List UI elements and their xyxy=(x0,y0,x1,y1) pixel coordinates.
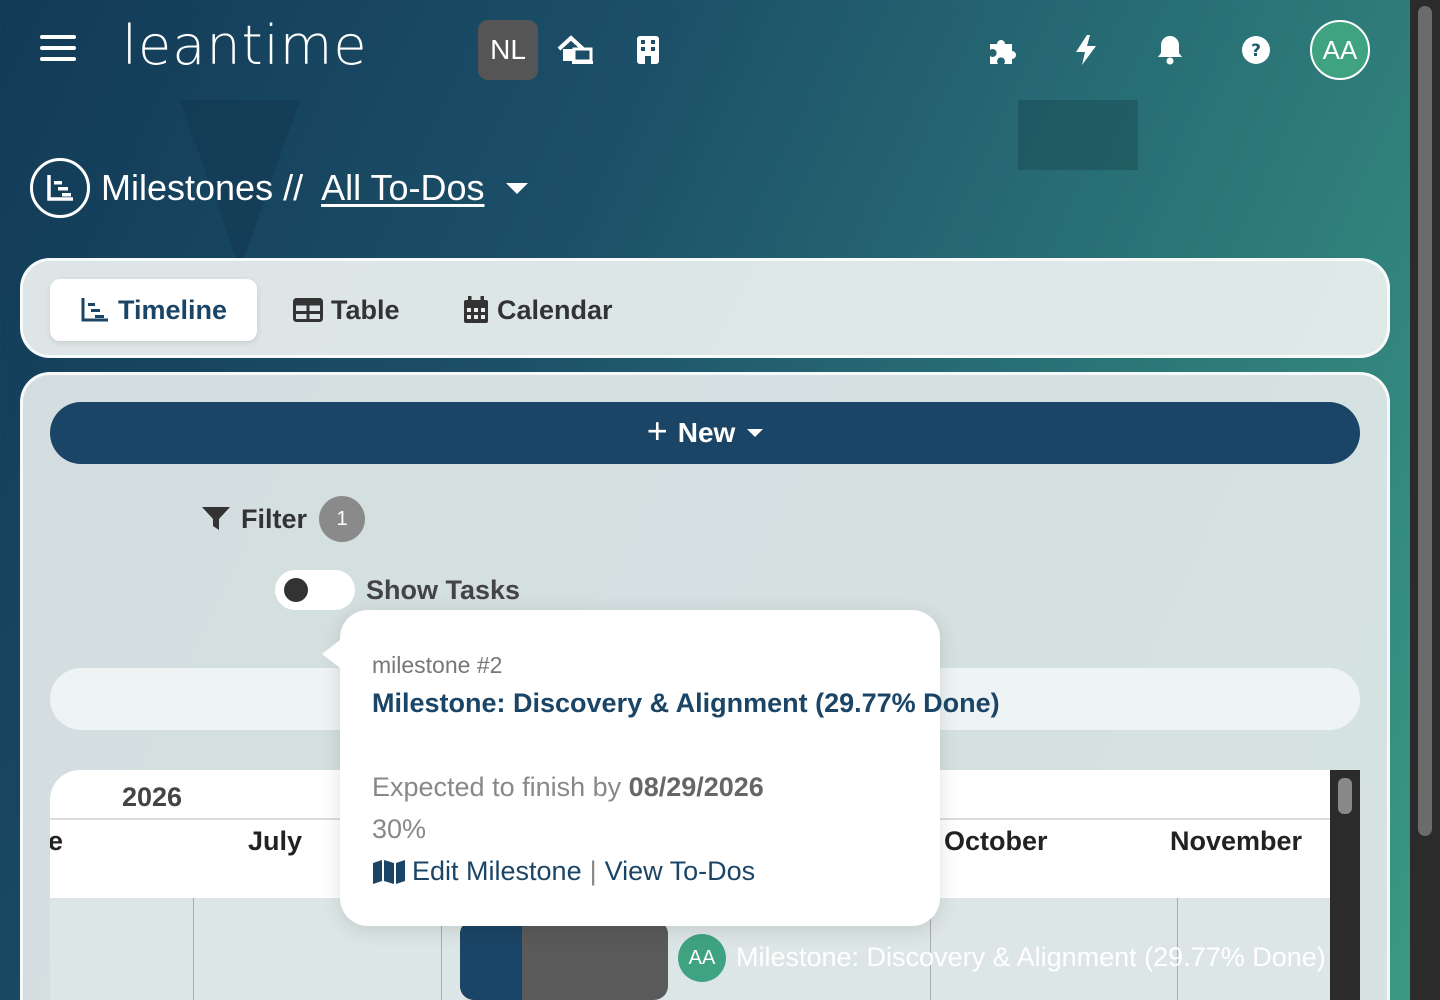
chevron-down-icon[interactable] xyxy=(506,182,529,194)
milestone-progress-fill xyxy=(460,920,522,1000)
home-monitor-icon[interactable] xyxy=(557,32,593,68)
new-button[interactable]: + New xyxy=(50,402,1360,464)
milestone-bar[interactable] xyxy=(460,920,668,1000)
tab-label: Timeline xyxy=(118,294,228,325)
gantt-month: e xyxy=(50,826,63,857)
finish-prefix: Expected to finish by xyxy=(372,772,622,802)
leantime-logo[interactable]: leantime xyxy=(122,14,368,77)
milestone-id: milestone #2 xyxy=(372,652,503,678)
milestone-percent: 30% xyxy=(372,814,427,844)
gantt-month: November xyxy=(1170,826,1303,856)
building-icon[interactable] xyxy=(630,32,666,68)
table-icon xyxy=(293,298,323,322)
new-button-label: New xyxy=(677,417,736,448)
edit-milestone-link[interactable]: Edit Milestone xyxy=(412,856,582,887)
show-tasks-toggle[interactable] xyxy=(275,570,355,610)
gantt-gridline xyxy=(193,898,194,1000)
bolt-icon[interactable] xyxy=(1068,32,1104,68)
link-separator: | xyxy=(589,856,597,886)
timeline-icon xyxy=(81,298,108,322)
milestone-finish-date: Expected to finish by 08/29/2026 xyxy=(372,772,764,803)
filter-label: Filter xyxy=(241,503,308,534)
workspace-badge[interactable]: NL xyxy=(478,20,538,80)
background-shape xyxy=(1018,100,1138,170)
project-selector-link[interactable]: All To-Dos xyxy=(321,167,484,209)
toggle-knob xyxy=(284,578,308,602)
tab-table[interactable]: Table xyxy=(263,279,430,341)
page-title: Milestones // All To-Dos xyxy=(30,158,529,218)
menu-icon[interactable] xyxy=(40,35,76,65)
help-icon[interactable]: ? xyxy=(1238,32,1274,68)
tab-label: Calendar xyxy=(497,294,613,325)
puzzle-icon[interactable] xyxy=(984,32,1020,68)
filter-count-badge: 1 xyxy=(319,496,366,542)
popover-arrow xyxy=(322,640,340,668)
milestone-popover: milestone #2 Milestone: Discovery & Alig… xyxy=(322,610,1000,926)
svg-text:?: ? xyxy=(1251,41,1261,61)
plus-icon: + xyxy=(646,410,668,451)
filter-button[interactable]: Filter 1 xyxy=(201,495,366,543)
tab-calendar[interactable]: Calendar xyxy=(433,279,643,341)
map-icon xyxy=(373,859,405,884)
gantt-year: 2026 xyxy=(122,782,183,812)
bell-icon[interactable] xyxy=(1152,32,1188,68)
tab-label: Table xyxy=(331,294,400,325)
timeline-icon xyxy=(30,158,90,218)
user-avatar[interactable]: AA xyxy=(1310,20,1370,80)
top-header: leantime NL ? AA xyxy=(0,0,1410,100)
scrollbar-thumb[interactable] xyxy=(1418,6,1432,836)
gantt-month: October xyxy=(944,826,1048,856)
milestone-bar-label: Milestone: Discovery & Alignment (29.77%… xyxy=(736,942,1326,972)
chevron-down-icon xyxy=(747,429,764,437)
view-todos-link[interactable]: View To-Dos xyxy=(605,856,756,887)
calendar-icon xyxy=(464,296,488,323)
popover-links: Edit Milestone | View To-Dos xyxy=(372,856,755,887)
page-title-prefix: Milestones // xyxy=(101,167,304,208)
page-scrollbar[interactable] xyxy=(1410,0,1440,1000)
scrollbar-thumb[interactable] xyxy=(1338,778,1352,814)
show-tasks-row: Show Tasks xyxy=(275,570,520,610)
gantt-scrollbar[interactable] xyxy=(1330,770,1360,1000)
milestone-title: Milestone: Discovery & Alignment (29.77%… xyxy=(372,688,1000,718)
milestone-assignee-avatar: AA xyxy=(678,934,726,982)
tab-timeline[interactable]: Timeline xyxy=(50,279,258,341)
finish-date: 08/29/2026 xyxy=(628,772,764,802)
show-tasks-label: Show Tasks xyxy=(366,574,521,605)
view-tabs: Timeline Table Calendar xyxy=(20,258,1390,358)
filter-icon xyxy=(202,507,230,530)
gantt-month: July xyxy=(248,826,303,856)
